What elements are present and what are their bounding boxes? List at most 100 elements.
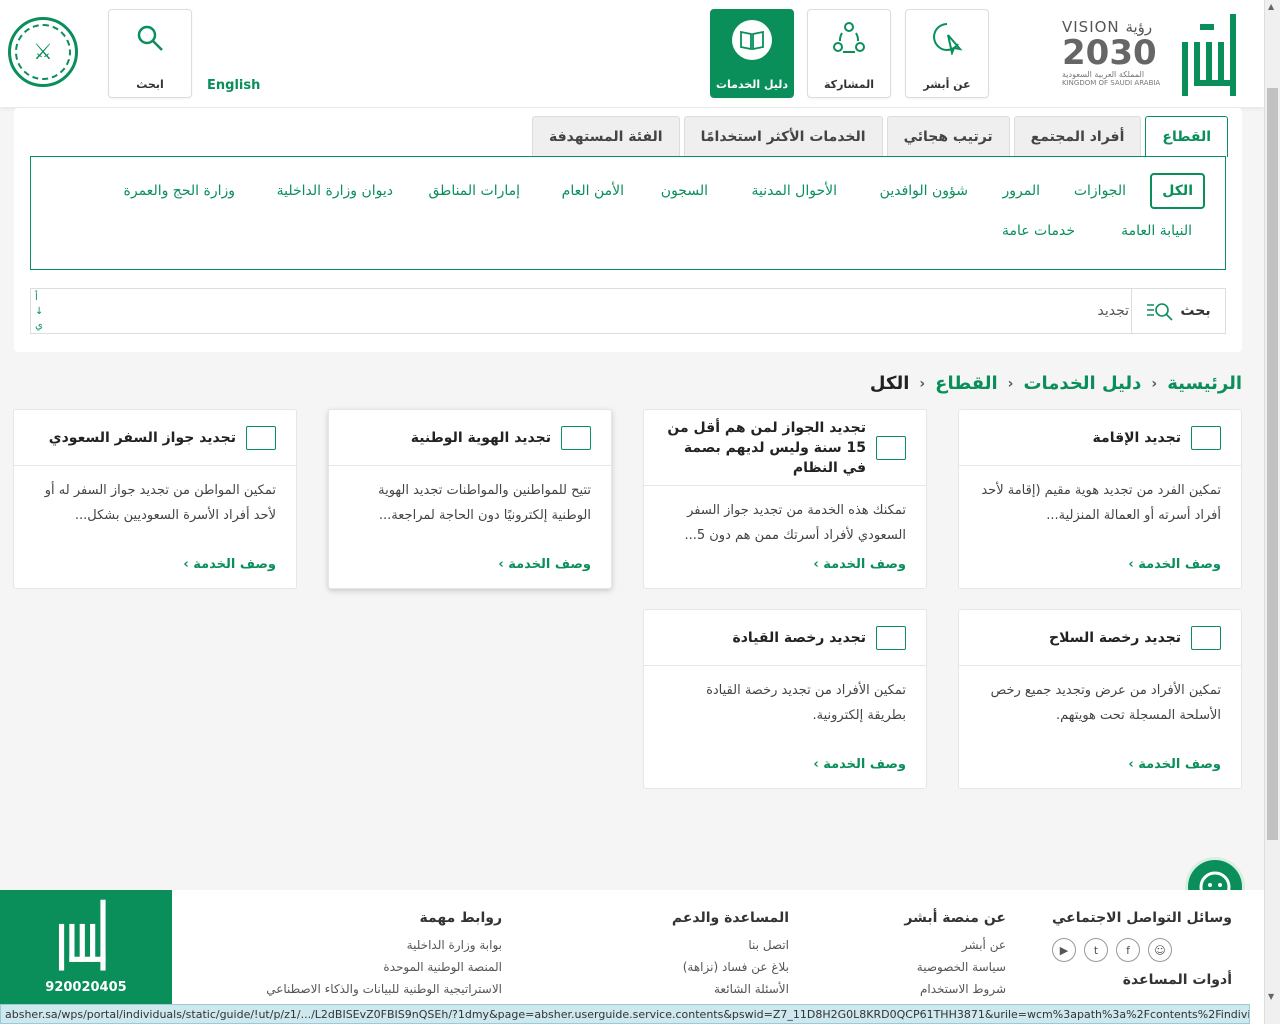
breadcrumb-home[interactable]: الرئيسية bbox=[1167, 373, 1242, 394]
category-emirates[interactable]: إمارات المناطق bbox=[429, 183, 521, 199]
category-expatriates[interactable]: شؤون الوافدين bbox=[880, 183, 968, 199]
footer-link-national-platform[interactable]: المنصة الوطنية الموحدة bbox=[266, 960, 502, 974]
tab-alphabetical[interactable]: ترتيب هجائي bbox=[886, 116, 1010, 156]
category-traffic[interactable]: المرور bbox=[1003, 183, 1041, 199]
footer-link-privacy[interactable]: سياسة الخصوصية bbox=[904, 960, 1006, 974]
sort-hint: أ ↓ ي bbox=[35, 291, 43, 333]
important-links-title: روابط مهمة bbox=[419, 910, 502, 926]
breadcrumb-separator-icon: ‹ bbox=[1007, 375, 1014, 392]
site-header: ⚔ ابحث English دليل الخدمات المشاركة عن … bbox=[0, 0, 1264, 107]
nav-services-guide[interactable]: دليل الخدمات bbox=[710, 9, 794, 98]
tab-sector[interactable]: القطاع bbox=[1145, 116, 1228, 157]
footer-link-contact[interactable]: اتصل بنا bbox=[672, 938, 789, 952]
scroll-up-arrow-icon[interactable]: ▲ bbox=[1268, 2, 1274, 11]
tab-target-group[interactable]: الفئة المستهدفة bbox=[532, 116, 680, 156]
category-prisons[interactable]: السجون bbox=[661, 183, 708, 199]
search-button[interactable]: ابحث bbox=[108, 9, 192, 98]
service-search-icon bbox=[1191, 625, 1221, 650]
category-hajj-umrah[interactable]: وزارة الحج والعمرة bbox=[124, 183, 235, 199]
breadcrumb-separator-icon: ‹ bbox=[1151, 375, 1158, 392]
search-submit-button[interactable]: بحث bbox=[1131, 289, 1225, 333]
category-civil-affairs[interactable]: الأحوال المدنية bbox=[752, 183, 838, 199]
category-general-services[interactable]: خدمات عامة bbox=[1002, 223, 1075, 239]
search-list-icon bbox=[1147, 303, 1173, 321]
ministry-emblem-logo[interactable]: ⚔ bbox=[8, 17, 78, 87]
footer-link-terms[interactable]: شروط الاستخدام bbox=[904, 982, 1006, 996]
absher-footer-logo bbox=[58, 899, 106, 971]
service-description-link[interactable]: وصف الخدمة › bbox=[813, 557, 906, 572]
tools-title: أدوات المساعدة bbox=[1122, 972, 1232, 988]
footer-link-data-ai-strategy[interactable]: الاستراتيجية الوطنية للبيانات والذكاء ال… bbox=[266, 982, 502, 996]
vision-2030-logo: VISION رؤية 2030 المملكة العربية السعودي… bbox=[1062, 18, 1172, 100]
absher-logo[interactable] bbox=[1180, 12, 1242, 100]
footer-about-column: عن منصة أبشر عن أبشر سياسة الخصوصية شروط… bbox=[904, 910, 1006, 1004]
service-card[interactable]: تجديد رخصة القيادة تمكين الأفراد من تجدي… bbox=[643, 609, 927, 789]
breadcrumb-sector[interactable]: القطاع bbox=[935, 373, 997, 394]
sort-hint-start: أ bbox=[35, 292, 38, 303]
service-card-description: تتيح للمواطنين والمواطنات تجديد الهوية ا… bbox=[378, 483, 591, 523]
search-button-label: ابحث bbox=[136, 78, 164, 91]
service-card-description: تمكين الأفراد من عرض وتجديد جميع رخص الأ… bbox=[990, 683, 1221, 723]
service-card-description: تمكين الأفراد من تجديد رخصة القيادة بطري… bbox=[706, 683, 906, 723]
snapchat-icon[interactable]: ☺ bbox=[1148, 938, 1172, 962]
breadcrumb-services-guide[interactable]: دليل الخدمات bbox=[1023, 373, 1141, 394]
category-moi-office[interactable]: ديوان وزارة الداخلية bbox=[277, 183, 393, 199]
youtube-icon[interactable]: ▶ bbox=[1052, 938, 1076, 962]
service-card-title: تجديد الإقامة bbox=[1092, 429, 1181, 446]
breadcrumb-current: الكل bbox=[869, 373, 910, 394]
vision-kingdom-en: KINGDOM OF SAUDI ARABIA bbox=[1062, 79, 1161, 87]
service-card-title: تجديد جواز السفر السعودي bbox=[48, 429, 236, 446]
support-phone-number[interactable]: 920020405 bbox=[0, 980, 172, 995]
search-icon bbox=[132, 20, 168, 56]
nav-participation[interactable]: المشاركة bbox=[807, 9, 891, 98]
facebook-icon[interactable]: f bbox=[1116, 938, 1140, 962]
service-description-link[interactable]: وصف الخدمة › bbox=[498, 557, 591, 572]
service-card-title: تجديد رخصة القيادة bbox=[732, 629, 866, 646]
scrollbar-thumb[interactable] bbox=[1267, 88, 1278, 840]
about-title: عن منصة أبشر bbox=[904, 910, 1006, 926]
service-description-link[interactable]: وصف الخدمة › bbox=[813, 757, 906, 772]
service-description-link[interactable]: وصف الخدمة › bbox=[183, 557, 276, 572]
service-card-description: تمكين المواطن من تجديد جواز السفر له أو … bbox=[44, 483, 276, 523]
footer-link-faq[interactable]: الأسئلة الشائعة bbox=[672, 982, 789, 996]
category-public-prosecution[interactable]: النيابة العامة bbox=[1121, 223, 1192, 239]
vision-year: 2030 bbox=[1062, 33, 1157, 73]
nav-about-absher[interactable]: عن أبشر bbox=[905, 9, 989, 98]
footer-brand: 920020405 bbox=[0, 890, 172, 1004]
sector-category-list: الكل الجوازات المرور شؤون الوافدين الأحو… bbox=[30, 156, 1226, 270]
breadcrumb: الرئيسية ‹ دليل الخدمات ‹ القطاع ‹ الكل bbox=[870, 373, 1242, 394]
service-card[interactable]: تجديد الإقامة تمكين الفرد من تجديد هوية … bbox=[958, 409, 1242, 589]
nav-label: عن أبشر bbox=[923, 78, 971, 91]
people-network-icon bbox=[831, 20, 867, 56]
service-description-link[interactable]: وصف الخدمة › bbox=[1128, 557, 1221, 572]
service-search-input[interactable] bbox=[429, 295, 1129, 327]
twitter-icon[interactable]: t bbox=[1084, 938, 1108, 962]
footer-link-moi-portal[interactable]: بوابة وزارة الداخلية bbox=[266, 938, 502, 952]
nav-label: دليل الخدمات bbox=[715, 78, 789, 91]
tab-most-used[interactable]: الخدمات الأكثر استخدامًا bbox=[683, 116, 883, 156]
service-card[interactable]: تجديد الهوية الوطنية تتيح للمواطنين والم… bbox=[328, 409, 612, 589]
footer-link-corruption-report[interactable]: بلاغ عن فساد (نزاهة) bbox=[672, 960, 789, 974]
service-description-link[interactable]: وصف الخدمة › bbox=[1128, 757, 1221, 772]
english-language-link[interactable]: English bbox=[207, 78, 260, 93]
vertical-scrollbar[interactable]: ▲ ▼ bbox=[1264, 0, 1280, 1024]
help-title: المساعدة والدعم bbox=[671, 910, 789, 926]
services-filter-panel: القطاع أفراد المجتمع ترتيب هجائي الخدمات… bbox=[14, 108, 1242, 352]
service-card[interactable]: تجديد الجواز لمن هم أقل من 15 سنة وليس ل… bbox=[643, 409, 927, 589]
footer-links-column: روابط مهمة بوابة وزارة الداخلية المنصة ا… bbox=[266, 910, 502, 1004]
category-all[interactable]: الكل bbox=[1150, 173, 1205, 209]
tab-community[interactable]: أفراد المجتمع bbox=[1013, 116, 1142, 156]
footer-social-column: وسائل التواصل الاجتماعي ▶ t f ☺ أدوات ال… bbox=[1052, 910, 1232, 1000]
footer-link-about[interactable]: عن أبشر bbox=[904, 938, 1006, 952]
service-card[interactable]: تجديد رخصة السلاح تمكين الأفراد من عرض و… bbox=[958, 609, 1242, 789]
service-search-icon bbox=[246, 425, 276, 450]
category-public-security[interactable]: الأمن العام bbox=[562, 183, 624, 199]
service-search-icon bbox=[561, 425, 591, 450]
category-passports[interactable]: الجوازات bbox=[1074, 183, 1126, 199]
pointer-bubble-icon bbox=[929, 20, 965, 56]
service-card[interactable]: تجديد جواز السفر السعودي تمكين المواطن م… bbox=[13, 409, 297, 589]
social-icons: ▶ t f ☺ bbox=[1052, 938, 1232, 962]
scroll-down-arrow-icon[interactable]: ▼ bbox=[1268, 992, 1274, 1001]
palm-swords-icon: ⚔ bbox=[15, 24, 71, 80]
service-card-title: تجديد الهوية الوطنية bbox=[410, 429, 551, 446]
